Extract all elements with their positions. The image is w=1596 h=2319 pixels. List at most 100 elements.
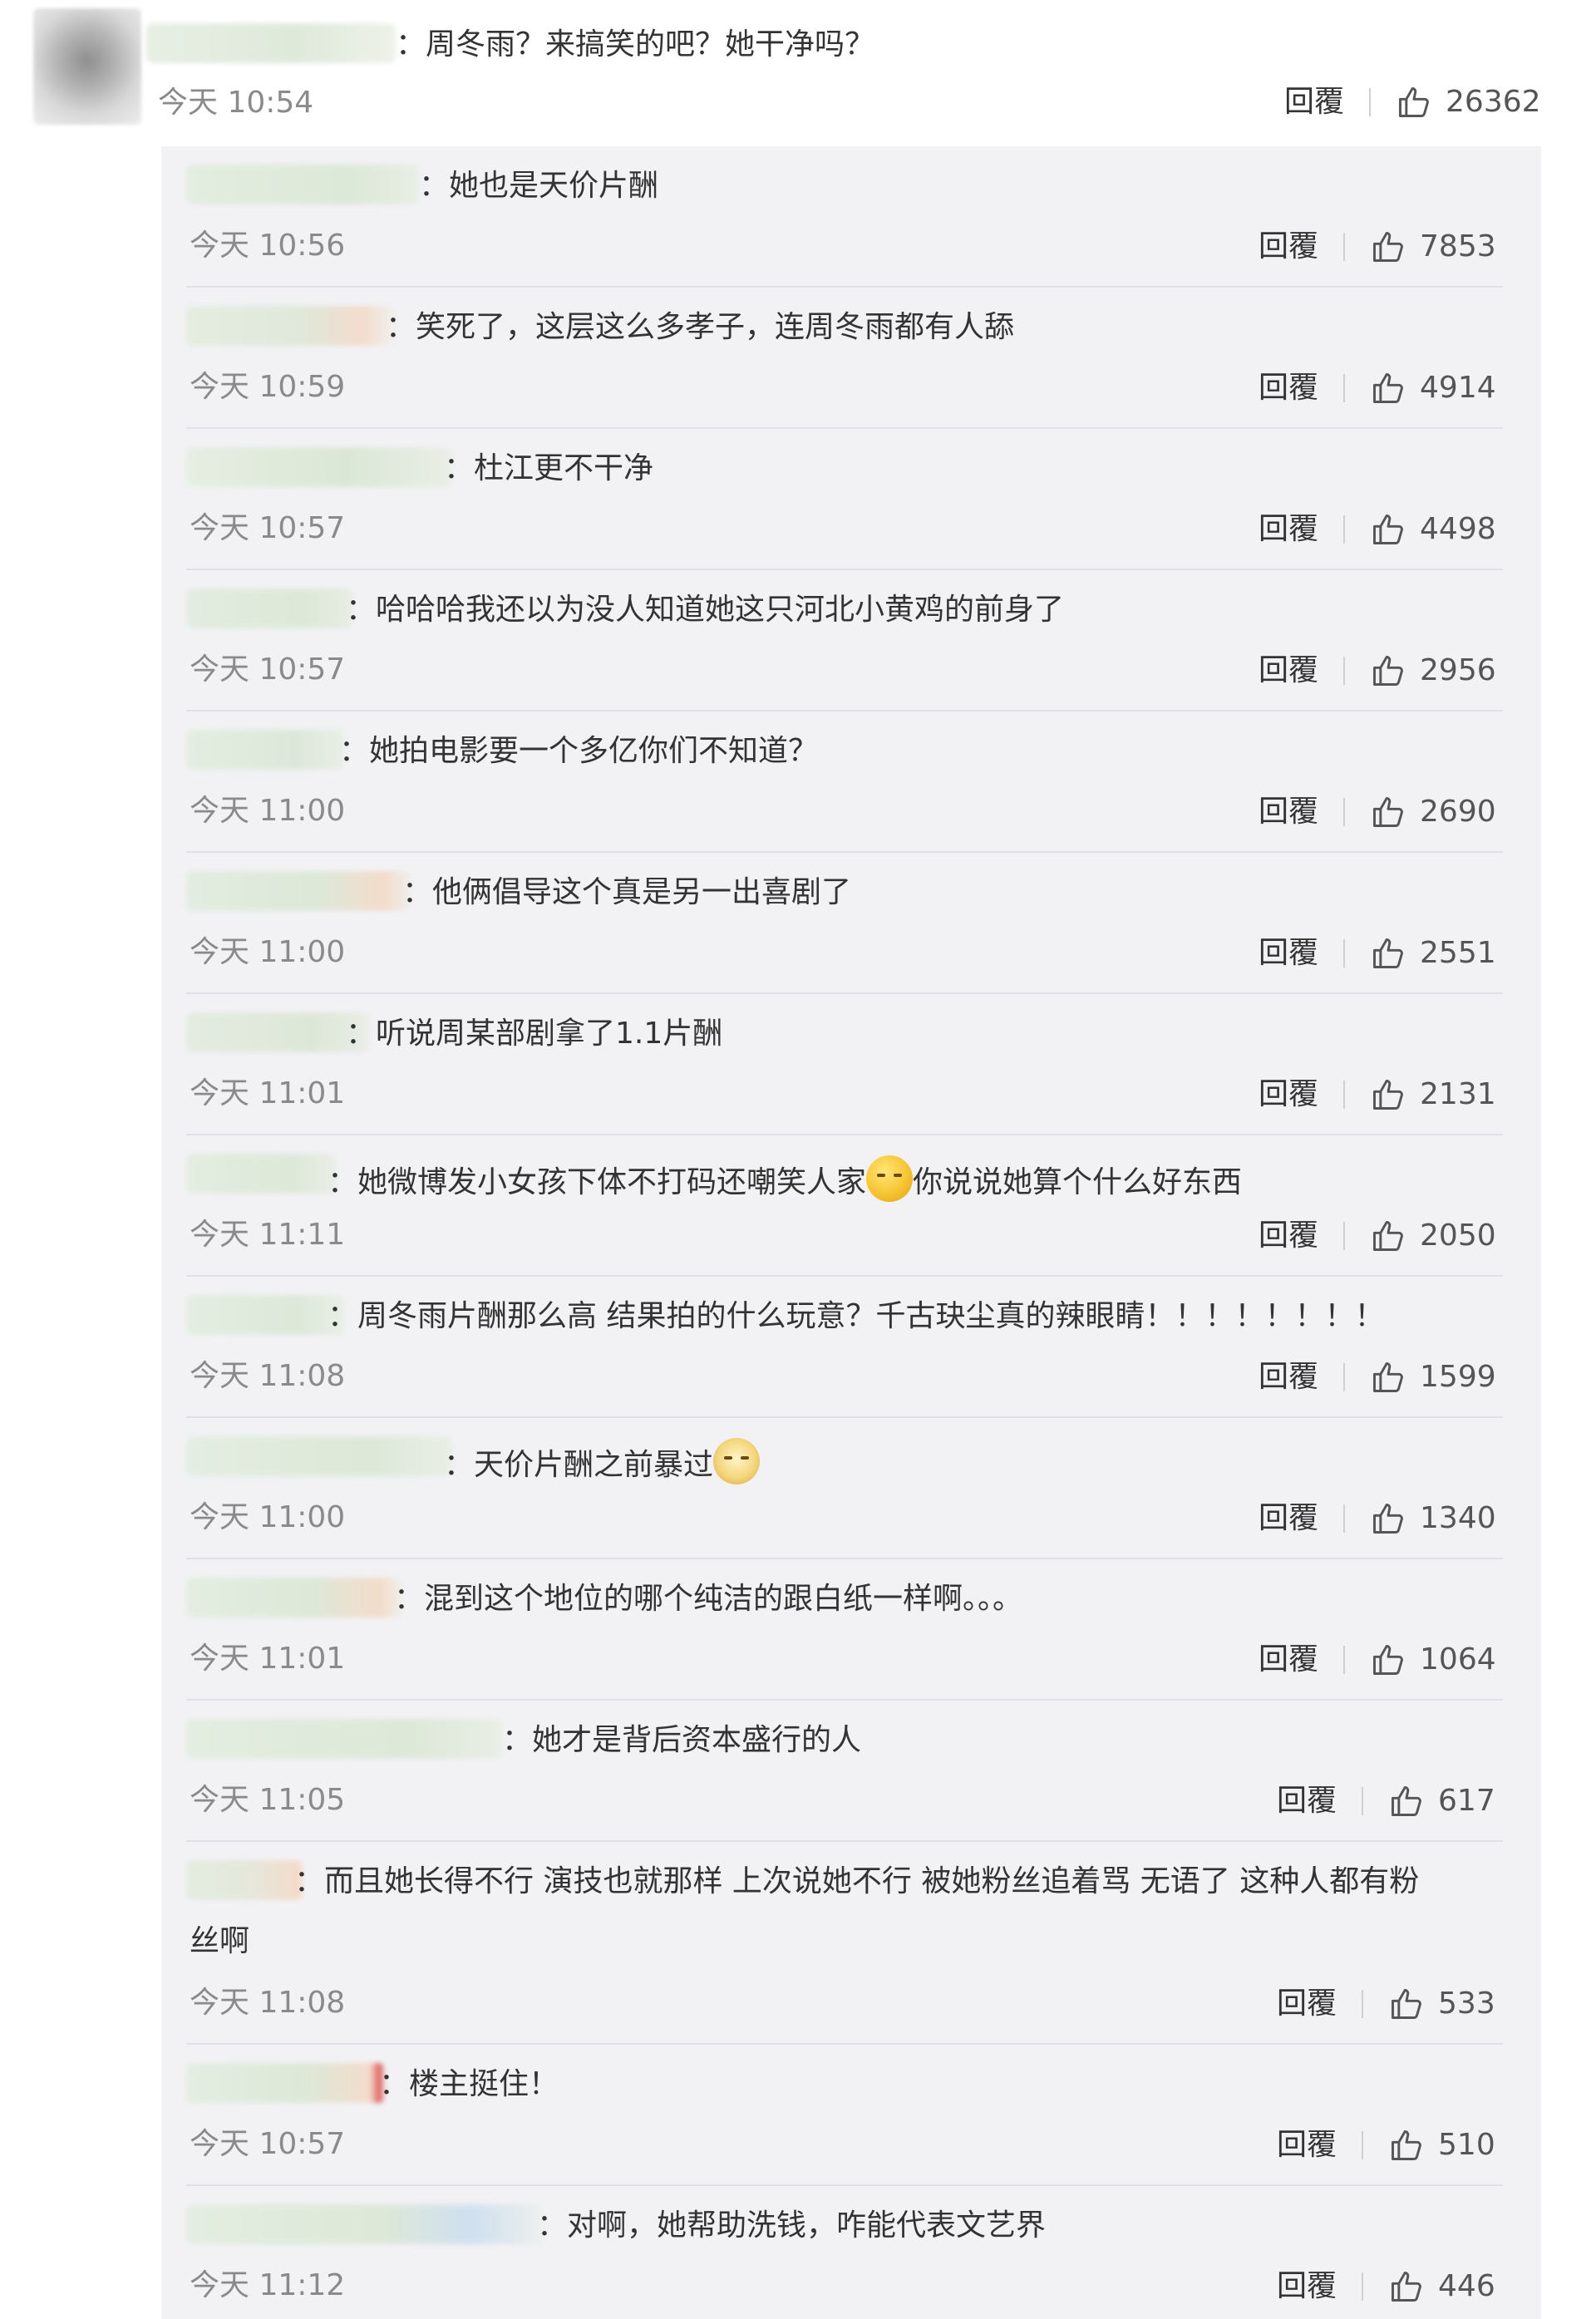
- think-emoji-icon: [866, 1155, 914, 1202]
- like-count: 446: [1438, 2269, 1495, 2303]
- thumbs-up-icon[interactable]: [1370, 229, 1406, 265]
- reply-text-part: 你说说她算个什么好东西: [913, 1165, 1243, 1199]
- divider: [1343, 657, 1346, 685]
- reply-button[interactable]: 回覆: [1259, 1640, 1318, 1680]
- reply-item: ：楼主挺住！ 今天 10:57 回覆 510: [161, 2045, 1541, 2186]
- blurred-username[interactable]: [186, 1436, 452, 1476]
- main-comment: ：周冬雨？来搞笑的吧？她干净吗？ 今天 10:54 回覆 26362: [0, 0, 1596, 141]
- reply-text: ：她微博发小女孩下体不打码还嘲笑人家 你说说她算个什么好东西: [328, 1155, 1242, 1203]
- blurred-username[interactable]: [186, 165, 419, 204]
- divider: [1362, 1990, 1364, 2018]
- reply-text: ：周冬雨片酬那么高 结果拍的什么玩意？千古玦尘真的辣眼睛！！！！！！！！: [328, 1299, 1385, 1333]
- divider: [1362, 2131, 1364, 2159]
- reply-actions: 回覆 617: [1277, 1780, 1495, 1822]
- reply-time: 今天 10:59: [190, 370, 346, 404]
- reply-text: ：她才是背后资本盛行的人: [502, 1723, 862, 1757]
- reply-actions: 回覆 2050: [1259, 1215, 1496, 1257]
- thumbs-up-icon[interactable]: [1370, 511, 1406, 548]
- reply-button[interactable]: 回覆: [1259, 1357, 1318, 1397]
- reply-button[interactable]: 回覆: [1277, 2125, 1337, 2165]
- thumbs-up-icon[interactable]: [1388, 1986, 1425, 2022]
- divider: [1369, 88, 1372, 116]
- thumbs-up-icon[interactable]: [1370, 1218, 1406, 1254]
- thumbs-up-icon[interactable]: [1370, 1076, 1406, 1113]
- divider: [1343, 939, 1346, 967]
- reply-time: 今天 11:01: [190, 1076, 346, 1110]
- like-count: 1599: [1420, 1360, 1496, 1394]
- like-count: 617: [1438, 1784, 1495, 1818]
- blurred-username[interactable]: [186, 2204, 544, 2244]
- thumbs-up-icon[interactable]: [1370, 935, 1406, 972]
- reply-item: ：而且她长得不行 演技也就那样 上次说她不行 被她粉丝追着骂 无语了 这种人都有…: [161, 1842, 1541, 2045]
- reply-button[interactable]: 回覆: [1277, 2267, 1337, 2307]
- divider: [1362, 2272, 1364, 2301]
- reply-button[interactable]: 回覆: [1277, 1781, 1337, 1821]
- reply-time: 今天 11:00: [190, 935, 346, 969]
- reply-button[interactable]: 回覆: [1277, 1984, 1337, 2024]
- thumbs-up-icon[interactable]: [1388, 2127, 1425, 2164]
- reply-actions: 回覆 1064: [1259, 1639, 1496, 1681]
- blurred-username[interactable]: [186, 1860, 303, 1900]
- reply-text: ：混到这个地位的哪个纯洁的跟白纸一样啊。。。: [394, 1582, 1023, 1616]
- blurred-username[interactable]: [186, 447, 452, 487]
- blurred-username[interactable]: [186, 1578, 402, 1617]
- blurred-username[interactable]: [186, 871, 411, 911]
- reply-actions: 回覆 2551: [1259, 933, 1496, 974]
- reply-text: ：她拍电影要一个多亿你们不知道？: [339, 734, 819, 768]
- thumbs-up-icon[interactable]: [1370, 652, 1406, 689]
- reply-item: ：她也是天价片酬 今天 10:56 回覆 7853: [161, 146, 1541, 288]
- thumbs-up-icon[interactable]: [1370, 1642, 1406, 1678]
- reply-text: ：对啊，她帮助洗钱，咋能代表文艺界: [537, 2208, 1047, 2243]
- thumbs-up-icon[interactable]: [1370, 1359, 1406, 1396]
- blurred-username[interactable]: [186, 1295, 344, 1335]
- thumbs-up-icon[interactable]: [1388, 1783, 1425, 1819]
- reply-text: ：杜江更不干净: [444, 451, 654, 485]
- reply-button[interactable]: 回覆: [1284, 82, 1344, 122]
- thumbs-up-icon[interactable]: [1388, 2268, 1425, 2305]
- thumbs-up-icon[interactable]: [1370, 794, 1406, 830]
- reply-time: 今天 10:57: [190, 2127, 346, 2161]
- reply-item: ：天价片酬之前暴过 今天 11:00 回覆 1340: [161, 1418, 1541, 1559]
- divider: [1343, 233, 1346, 261]
- reply-actions: 回覆 533: [1277, 1983, 1495, 2025]
- divider: [1343, 1646, 1346, 1674]
- reply-thread: ：她也是天价片酬 今天 10:56 回覆 7853 ：笑死了，这层这么多孝子，连…: [161, 146, 1541, 2319]
- thumbs-up-icon[interactable]: [1370, 370, 1406, 406]
- reply-item: ：她微博发小女孩下体不打码还嘲笑人家 你说说她算个什么好东西 今天 11:11 回…: [161, 1135, 1541, 1277]
- reply-button[interactable]: 回覆: [1259, 510, 1318, 549]
- blurred-username[interactable]: [186, 2063, 386, 2103]
- blurred-username[interactable]: [146, 23, 396, 63]
- thumbs-up-icon[interactable]: [1396, 84, 1432, 121]
- reply-text: ：她也是天价片酬: [419, 169, 659, 203]
- reply-button[interactable]: 回覆: [1259, 1216, 1318, 1256]
- reply-button[interactable]: 回覆: [1259, 651, 1318, 691]
- reply-button[interactable]: 回覆: [1259, 227, 1318, 267]
- reply-text: ：天价片酬之前暴过: [444, 1438, 761, 1485]
- blurred-username[interactable]: [186, 730, 344, 770]
- reply-item: ：他俩倡导这个真是另一出喜剧了 今天 11:00 回覆 2551: [161, 853, 1541, 994]
- reply-button[interactable]: 回覆: [1259, 792, 1318, 832]
- blurred-username[interactable]: [186, 1012, 369, 1052]
- divider: [1343, 515, 1346, 544]
- divider: [1343, 1504, 1346, 1533]
- divider: [1343, 1081, 1346, 1109]
- divider: [1343, 1363, 1346, 1391]
- reply-button[interactable]: 回覆: [1259, 1075, 1318, 1115]
- reply-text-continued: 丝啊: [190, 1924, 250, 1958]
- reply-time: 今天 11:11: [190, 1218, 346, 1252]
- like-count: 510: [1438, 2128, 1495, 2162]
- divider: [1362, 1787, 1364, 1815]
- reply-button[interactable]: 回覆: [1259, 368, 1318, 408]
- reply-text: ：而且她长得不行 演技也就那样 上次说她不行 被她粉丝追着骂 无语了 这种人都有…: [294, 1864, 1420, 1898]
- reply-button[interactable]: 回覆: [1259, 1499, 1318, 1539]
- thumbs-up-icon[interactable]: [1370, 1500, 1406, 1537]
- reply-time: 今天 11:08: [190, 1359, 346, 1393]
- reply-actions: 回覆 4914: [1259, 367, 1496, 409]
- like-count: 26362: [1446, 85, 1541, 119]
- blurred-username[interactable]: [186, 1154, 336, 1194]
- reply-button[interactable]: 回覆: [1259, 933, 1318, 973]
- blurred-username[interactable]: [186, 306, 394, 346]
- blurred-username[interactable]: [186, 1719, 502, 1759]
- avatar[interactable]: [33, 8, 141, 125]
- blurred-username[interactable]: [186, 588, 352, 628]
